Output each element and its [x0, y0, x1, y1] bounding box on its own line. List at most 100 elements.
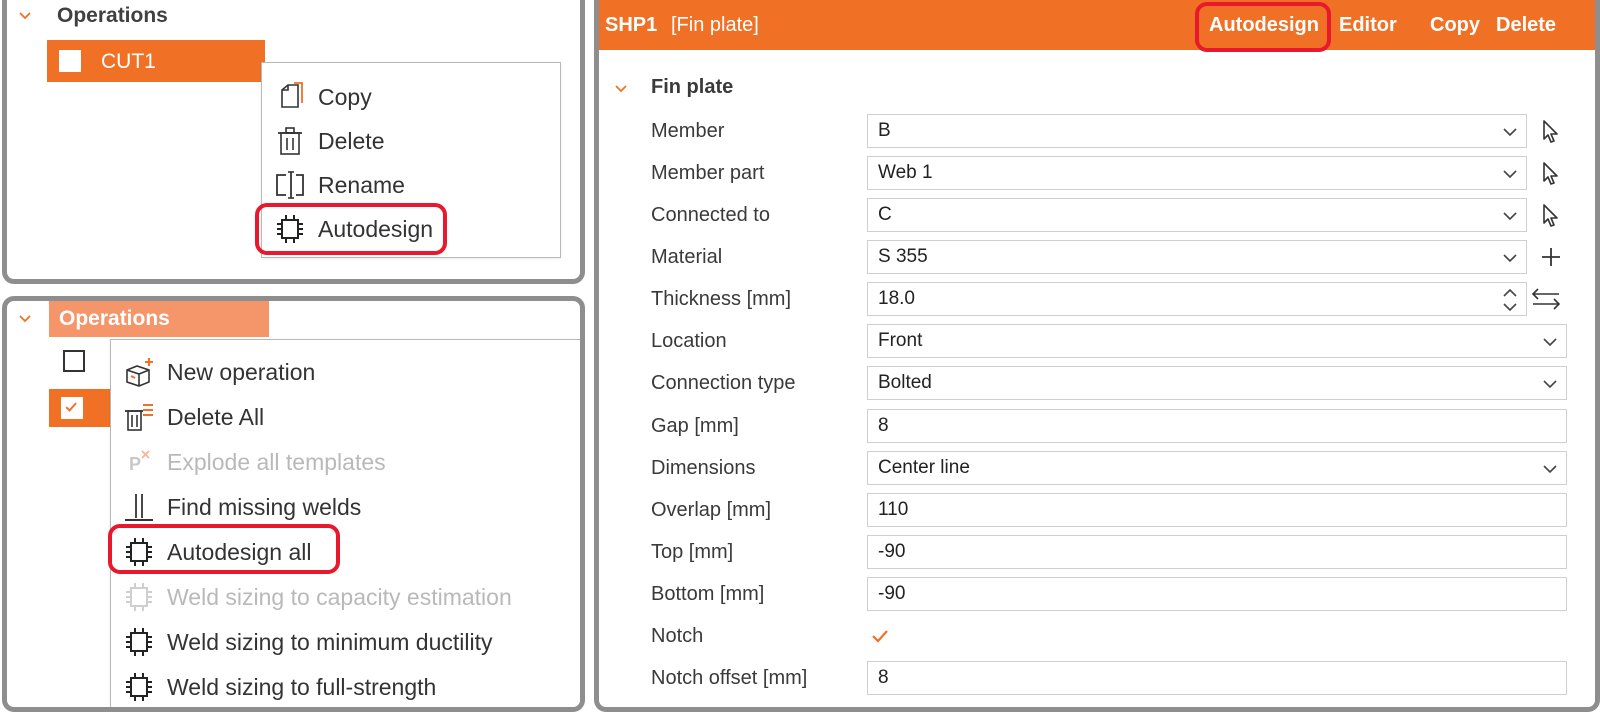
chevron-down-icon — [1502, 250, 1518, 266]
connection-type-select[interactable]: Bolted — [867, 366, 1567, 400]
prop-label-notch: Notch — [651, 625, 704, 647]
prop-label-overlap: Overlap [mm] — [651, 499, 772, 521]
connected-to-value: C — [878, 204, 892, 225]
chevron-down-icon[interactable] — [19, 10, 31, 22]
notch-offset-value: 8 — [878, 667, 889, 688]
swap-icon[interactable] — [1530, 286, 1562, 312]
top-input[interactable]: -90 — [867, 535, 1567, 569]
pick-icon[interactable] — [1538, 202, 1564, 228]
dimensions-select[interactable]: Center line — [867, 451, 1567, 485]
chevron-down-icon[interactable] — [19, 313, 31, 325]
connection-type-value: Bolted — [878, 372, 932, 393]
menu-item-label: Weld sizing to capacity estimation — [167, 583, 512, 610]
menu-item-label: Explode all templates — [167, 448, 386, 475]
tree-header-selected[interactable]: Operations — [49, 301, 269, 337]
weld-icon — [121, 489, 157, 525]
tree-item-selected[interactable] — [49, 389, 113, 427]
new-operation-icon — [121, 354, 157, 390]
member-select[interactable]: B — [867, 114, 1527, 148]
prop-label-material: Material — [651, 246, 723, 268]
prop-label-bottom: Bottom [mm] — [651, 583, 765, 605]
menu-item-label: Delete — [318, 127, 385, 154]
member-value: B — [878, 120, 891, 141]
menu-item-label: Delete All — [167, 403, 265, 430]
plus-icon[interactable] — [1538, 244, 1564, 270]
context-menu-panel-single: Operations CUT1 Copy Delete Rename Autod… — [2, 0, 585, 284]
copy-button[interactable]: Copy — [1430, 14, 1480, 37]
material-select[interactable]: S 355 — [867, 240, 1527, 274]
menu-item-delete-all[interactable]: Delete All — [121, 397, 264, 437]
pick-icon[interactable] — [1538, 160, 1564, 186]
prop-label-member-part: Member part — [651, 162, 765, 184]
member-part-select[interactable]: Web 1 — [867, 156, 1527, 190]
location-select[interactable]: Front — [867, 324, 1567, 358]
menu-item-new-operation[interactable]: New operation — [121, 352, 315, 392]
overlap-value: 110 — [878, 499, 909, 520]
editor-button[interactable]: Editor — [1339, 14, 1397, 37]
chip-icon — [121, 579, 157, 615]
gap-value: 8 — [878, 415, 889, 436]
spinner-arrows-icon[interactable] — [1502, 287, 1518, 313]
gap-input[interactable]: 8 — [867, 409, 1567, 443]
chevron-down-icon — [1542, 334, 1558, 350]
bottom-input[interactable]: -90 — [867, 577, 1567, 611]
context-menu-panel-all: Operations New operation Delete All P Ex… — [2, 296, 585, 712]
pick-icon[interactable] — [1538, 118, 1564, 144]
menu-item-weld-full-strength[interactable]: Weld sizing to full-strength — [121, 667, 436, 707]
tree-item-checkbox-checked[interactable] — [61, 397, 83, 419]
highlight-box — [255, 203, 447, 255]
chevron-down-icon — [1502, 208, 1518, 224]
highlight-box — [108, 524, 340, 574]
chip-icon — [121, 624, 157, 660]
menu-item-find-missing-welds[interactable]: Find missing welds — [121, 487, 361, 527]
operation-id: SHP1 — [605, 14, 658, 36]
menu-item-label: New operation — [167, 358, 316, 385]
tree-title: Operations — [57, 4, 168, 27]
delete-button[interactable]: Delete — [1496, 14, 1556, 37]
highlight-box — [1195, 2, 1331, 52]
connected-to-select[interactable]: C — [867, 198, 1527, 232]
tree-item-checkbox[interactable] — [63, 350, 85, 372]
prop-label-member: Member — [651, 120, 725, 142]
chevron-down-icon — [1542, 376, 1558, 392]
prop-label-location: Location — [651, 330, 727, 352]
overlap-input[interactable]: 110 — [867, 493, 1567, 527]
thickness-spinner[interactable]: 18.0 — [867, 282, 1527, 316]
menu-item-label: Weld sizing to full-strength — [167, 673, 437, 700]
notch-checkbox[interactable] — [869, 625, 891, 647]
chevron-down-icon — [1502, 166, 1518, 182]
notch-offset-input[interactable]: 8 — [867, 661, 1567, 695]
prop-label-dimensions: Dimensions — [651, 457, 756, 479]
chip-icon — [121, 669, 157, 705]
top-value: -90 — [878, 541, 906, 562]
chevron-down-icon[interactable] — [615, 83, 627, 95]
menu-item-weld-capacity[interactable]: Weld sizing to capacity estimation — [121, 577, 512, 617]
menu-item-delete[interactable]: Delete — [272, 121, 384, 161]
delete-all-icon — [121, 399, 157, 435]
menu-item-copy[interactable]: Copy — [272, 77, 372, 117]
trash-icon — [272, 123, 308, 159]
rename-icon — [272, 167, 308, 203]
menu-item-label: Copy — [318, 83, 372, 110]
section-title: Fin plate — [651, 76, 734, 98]
properties-header: SHP1 [Fin plate] Autodesign Editor Copy … — [599, 0, 1595, 50]
menu-item-label: Rename — [318, 171, 405, 198]
thickness-value: 18.0 — [878, 288, 915, 309]
menu-item-label: Weld sizing to minimum ductility — [167, 628, 493, 655]
menu-item-rename[interactable]: Rename — [272, 165, 405, 205]
operation-type: [Fin plate] — [671, 14, 759, 36]
menu-item-explode-templates[interactable]: P Explode all templates — [121, 442, 386, 482]
properties-panel: SHP1 [Fin plate] Autodesign Editor Copy … — [594, 0, 1600, 712]
dimensions-value: Center line — [878, 457, 970, 478]
copy-icon — [272, 79, 308, 115]
bottom-value: -90 — [878, 583, 906, 604]
chevron-down-icon — [1502, 124, 1518, 140]
menu-item-label: Find missing welds — [167, 493, 362, 520]
tree-item-checkbox[interactable] — [59, 50, 81, 72]
prop-label-connection-type: Connection type — [651, 372, 796, 394]
chevron-down-icon — [1542, 461, 1558, 477]
prop-label-top: Top [mm] — [651, 541, 734, 563]
prop-label-thickness: Thickness [mm] — [651, 288, 792, 310]
tree-item-selected[interactable]: CUT1 — [47, 40, 265, 82]
menu-item-weld-ductility[interactable]: Weld sizing to minimum ductility — [121, 622, 493, 662]
